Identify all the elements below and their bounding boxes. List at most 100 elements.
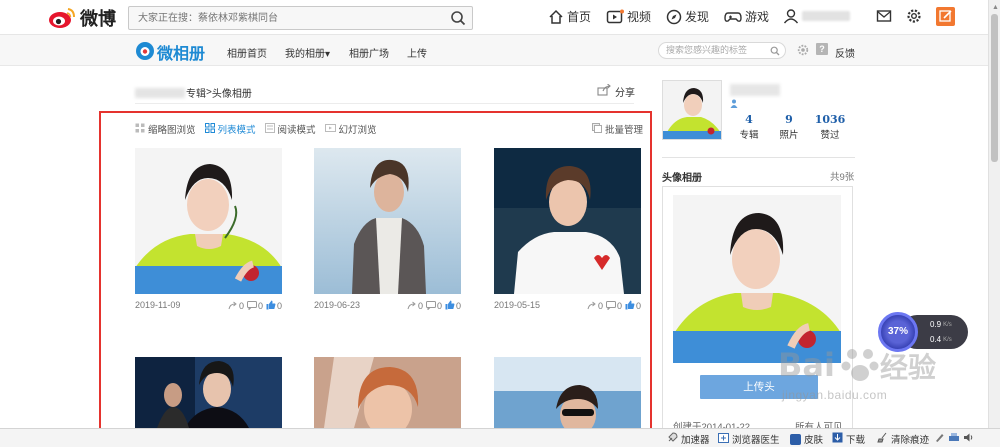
tag-search-placeholder: 搜索您感兴趣的标签 [666,45,748,55]
global-search [128,6,473,30]
breadcrumb-user-redacted [135,87,185,98]
profile-name-redacted [730,84,780,96]
printer-icon[interactable] [948,432,960,446]
weibo-logo-text: 微博 [80,9,116,30]
broom-icon [877,432,888,446]
avatar-image [663,81,721,139]
nav-video-label: 视频 [627,10,652,24]
search-icon[interactable] [450,10,466,26]
status-tray-icons [934,432,974,446]
subnav-feedback[interactable]: 反馈 [835,45,855,60]
settings-gear-icon[interactable] [797,44,809,59]
chevron-down-icon: ▾ [325,49,331,60]
status-skin[interactable]: 皮肤 [790,432,823,446]
nav-discover-label: 发现 [685,10,710,24]
game-icon [724,9,742,25]
share-button[interactable]: 分享 [597,83,635,99]
settings-gear-icon[interactable] [906,8,922,27]
global-search-input[interactable] [129,7,439,29]
status-browser-doctor[interactable]: 浏览器医生 [718,432,780,446]
album-cover-photo[interactable] [673,195,841,363]
status-skin-label: 皮肤 [804,435,824,446]
status-browser-doctor-label: 浏览器医生 [732,435,780,446]
album-camera-icon [135,41,155,64]
likes-count: 1036 [814,113,846,126]
subnav-my-albums[interactable]: 我的相册▾ [285,45,330,60]
video-icon [606,9,624,25]
album-logo-text: 微相册 [157,46,206,63]
upload-avatar-button[interactable]: 上传头 [700,375,818,399]
breadcrumb-albums-link[interactable]: 专辑 [186,85,206,100]
watermark-text-jingyan: 经验 [880,351,937,384]
doctor-icon [718,432,729,446]
nav-game[interactable]: 游戏 [724,8,769,25]
status-accelerator[interactable]: 加速器 [667,432,710,446]
nav-video[interactable]: 视频 [606,8,651,25]
pen-icon[interactable] [934,432,945,446]
compose-button[interactable] [936,7,955,26]
browser-status-bar: 加速器 浏览器医生 皮肤 下载 清除痕迹 [0,428,1000,447]
divider [135,103,634,104]
status-clear-traces-label: 清除痕迹 [891,435,930,446]
mail-icon[interactable] [876,8,892,27]
status-clear-traces[interactable]: 清除痕迹 [877,432,929,446]
scroll-up-arrow-icon[interactable]: ▲ [992,4,999,11]
download-icon [832,432,843,446]
divider [662,157,855,158]
albums-label: 专辑 [739,130,759,141]
weibo-eye-icon [48,7,76,29]
likes-label: 赞过 [820,130,840,141]
sidebar-album-count: 共9张 [830,172,855,183]
upload-speed-value: 0.9 [930,320,942,329]
photos-label: 照片 [779,130,799,141]
album-subnav: 微相册 相册首页 我的相册▾ 相册广场 上传 搜索您感兴趣的标签 ? 反馈 [0,35,988,66]
albums-count: 4 [745,113,753,126]
subnav-album-plaza[interactable]: 相册广场 [349,45,389,60]
speed-percent: 37% [878,312,918,352]
profile-stat-albums[interactable]: 4 专辑 [729,113,769,141]
status-download[interactable]: 下载 [832,432,865,446]
network-speed-widget[interactable]: 37% 0.9 K/s 0.4 K/s [878,312,970,352]
home-icon [548,9,564,25]
breadcrumb-current: 头像相册 [211,89,252,100]
discover-icon [666,9,682,25]
avatar[interactable] [662,80,722,140]
user-name-redacted [802,11,850,21]
volume-icon[interactable] [963,432,974,446]
status-download-label: 下载 [846,435,866,446]
upload-speed: 0.9 K/s [930,320,952,329]
subnav-album-home[interactable]: 相册首页 [227,45,267,60]
share-label: 分享 [615,88,635,99]
user-badge-icon [730,97,738,111]
profile-stat-photos[interactable]: 9 照片 [769,113,809,141]
download-speed: 0.4 K/s [930,335,952,344]
upload-speed-unit: K/s [943,321,952,328]
photos-count: 9 [785,113,793,126]
photo-list-highlight-box [99,111,652,439]
subnav-my-albums-label: 我的相册 [285,49,325,60]
profile-stat-likes[interactable]: 1036 赞过 [810,113,850,141]
vertical-scrollbar[interactable]: ▲ [988,0,1000,428]
user-icon [783,8,799,24]
share-icon [597,83,611,99]
skin-icon [790,433,801,445]
nav-discover[interactable]: 发现 [666,8,709,25]
tag-search-input[interactable]: 搜索您感兴趣的标签 [658,42,786,59]
nav-user[interactable] [783,8,850,24]
rocket-icon [667,432,678,446]
breadcrumb: 专辑 > 头像相册 [135,85,252,100]
sidebar-album-title: 头像相册 [662,173,702,184]
nav-home[interactable]: 首页 [548,8,591,25]
download-speed-value: 0.4 [930,335,942,344]
portrait-image [673,195,841,363]
subnav-upload[interactable]: 上传 [407,45,427,60]
scrollbar-thumb[interactable] [991,14,998,162]
search-icon[interactable] [770,46,780,61]
weibo-album-logo[interactable]: 微相册 [135,40,205,64]
nav-game-label: 游戏 [745,10,770,24]
edit-pencil-icon [939,10,952,22]
download-speed-unit: K/s [943,336,952,343]
weibo-logo[interactable]: 微博 [48,5,116,31]
help-icon[interactable]: ? [816,43,828,55]
nav-home-label: 首页 [567,10,592,24]
